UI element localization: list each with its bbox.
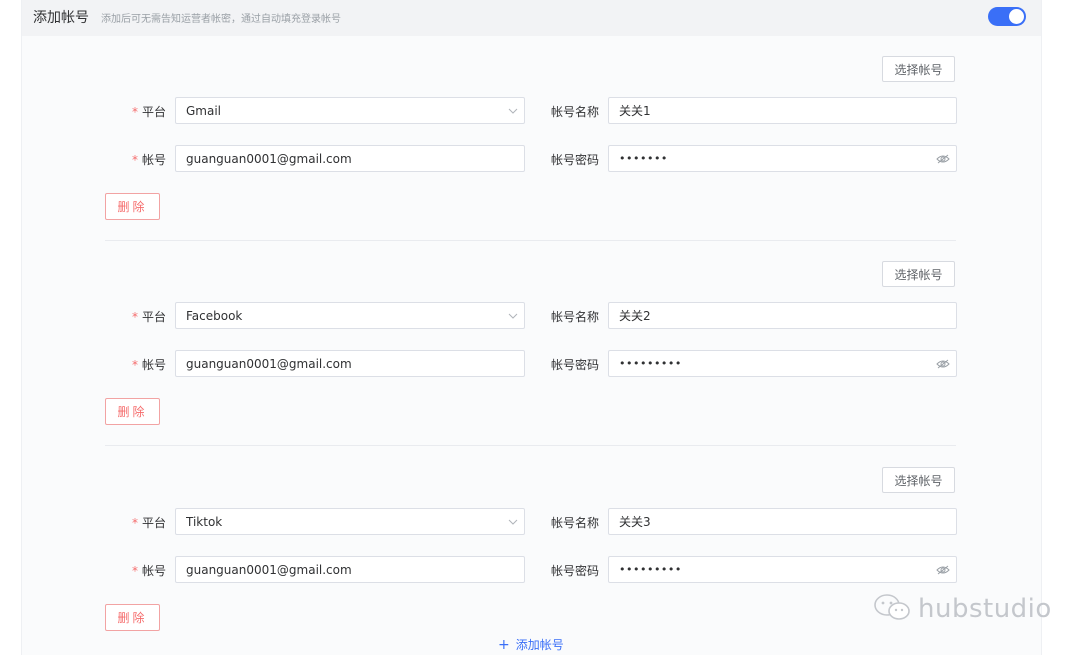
plus-icon: +: [498, 636, 510, 653]
select-account-button[interactable]: 选择帐号: [882, 261, 955, 287]
account-block-3: 选择帐号 * 平台 Tiktok 帐号名称 关关3 * 帐号 guanguan000…: [22, 411, 1041, 631]
platform-select[interactable]: Gmail: [175, 97, 525, 124]
platform-value: Tiktok: [186, 514, 223, 529]
platform-select[interactable]: Tiktok: [175, 508, 525, 535]
account-password-input[interactable]: •••••••: [608, 145, 957, 172]
account-password-label: 帐号密码: [551, 153, 600, 167]
account-block-1: 选择帐号 * 平台 Gmail 帐号名称 关关1 * 帐号 guanguan0001…: [22, 0, 1041, 241]
watermark: hubstudio: [872, 592, 1052, 626]
account-name-input[interactable]: 关关2: [608, 302, 957, 329]
add-account-link[interactable]: + 添加帐号: [498, 636, 564, 653]
chevron-down-icon: [502, 509, 524, 534]
account-label: * 帐号: [132, 153, 167, 167]
watermark-text: hubstudio: [918, 594, 1052, 624]
platform-label: * 平台: [132, 516, 167, 530]
account-label: * 帐号: [132, 358, 167, 372]
wechat-icon: [872, 592, 914, 626]
account-input[interactable]: guanguan0001@gmail.com: [175, 350, 525, 377]
account-name-label: 帐号名称: [551, 105, 600, 119]
account-input[interactable]: guanguan0001@gmail.com: [175, 145, 525, 172]
account-name-input[interactable]: 关关3: [608, 508, 957, 535]
platform-value: Gmail: [186, 103, 222, 118]
chevron-down-icon: [502, 98, 524, 123]
account-name-label: 帐号名称: [551, 310, 600, 324]
account-settings-panel: 添加帐号 添加后可无需告知运营者帐密，通过自动填充登录帐号 选择帐号 * 平台 G…: [21, 0, 1042, 655]
platform-label: * 平台: [132, 310, 167, 324]
eye-off-icon[interactable]: [930, 557, 956, 582]
add-account-label: 添加帐号: [515, 638, 564, 652]
account-label: * 帐号: [132, 564, 167, 578]
account-block-2: 选择帐号 * 平台 Facebook 帐号名称 关关2 * 帐号 guanguan0…: [22, 205, 1041, 446]
platform-label: * 平台: [132, 105, 167, 119]
select-account-button[interactable]: 选择帐号: [882, 467, 955, 493]
account-name-label: 帐号名称: [551, 516, 600, 530]
account-password-label: 帐号密码: [551, 358, 600, 372]
account-name-input[interactable]: 关关1: [608, 97, 957, 124]
platform-value: Facebook: [186, 308, 243, 323]
account-password-input[interactable]: •••••••••: [608, 350, 957, 377]
delete-button[interactable]: 删除: [105, 604, 160, 631]
chevron-down-icon: [502, 303, 524, 328]
select-account-button[interactable]: 选择帐号: [882, 56, 955, 82]
account-password-input[interactable]: •••••••••: [608, 556, 957, 583]
account-password-label: 帐号密码: [551, 564, 600, 578]
eye-off-icon[interactable]: [930, 351, 956, 376]
platform-select[interactable]: Facebook: [175, 302, 525, 329]
eye-off-icon[interactable]: [930, 146, 956, 171]
account-input[interactable]: guanguan0001@gmail.com: [175, 556, 525, 583]
